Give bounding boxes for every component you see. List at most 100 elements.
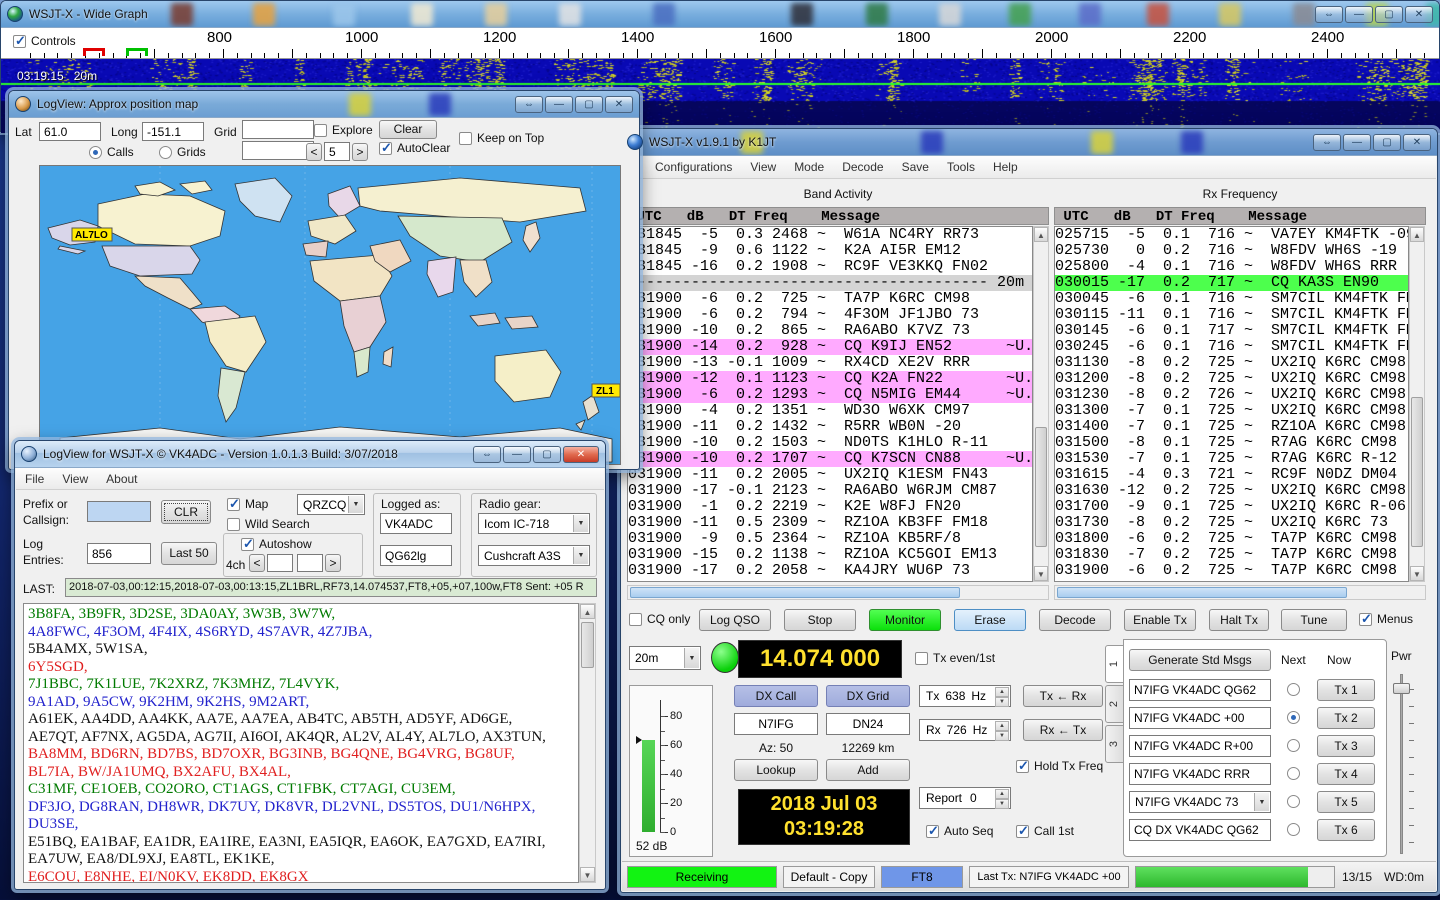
band-activity-hscrollbar[interactable] [627, 585, 1049, 600]
wild-search-checkbox-box[interactable] [227, 518, 240, 531]
rx-frequency-row[interactable]: 031400 -7 0.1 725 ~ RZ1OA K6RC CM98 [1055, 419, 1408, 435]
tx-message-field-4[interactable]: N7IFG VK4ADC RRR [1129, 763, 1271, 785]
keep-on-top-checkbox[interactable]: Keep on Top [459, 131, 544, 145]
decode-button[interactable]: Decode [1039, 609, 1111, 631]
pwr-slider[interactable] [1400, 674, 1403, 854]
cq-only-checkbox-box[interactable] [629, 613, 642, 626]
log-entries-field[interactable]: 856 [87, 543, 151, 564]
report-spinner[interactable]: Report0 ▲▼ [919, 787, 1011, 809]
dx-call-button[interactable]: DX Call [734, 685, 818, 707]
band-activity-row[interactable]: 031900 -10 0.2 1707 ~ CQ K7SCN CN88 ~U.S… [628, 451, 1032, 467]
explore-checkbox-box[interactable] [314, 124, 327, 137]
band-activity-row[interactable]: 031845 -16 0.2 1908 ~ RC9F VE3KKQ FN02 [628, 259, 1032, 275]
maximize-button[interactable]: ▢ [1373, 134, 1401, 151]
band-activity-row[interactable]: 031900 -9 0.5 2364 ~ RZ1OA KB5RF/8 [628, 531, 1032, 547]
cq-only-checkbox[interactable]: CQ only [629, 612, 690, 626]
band-activity-row[interactable]: 031900 -17 0.2 2058 ~ KA4JRY WU6P 73 [628, 563, 1032, 579]
callsign-line[interactable]: DF3JO, DG8RAN, DH8WR, DK7UY, DK8VR, DL2V… [28, 799, 578, 817]
band-activity-table[interactable]: 031845 -5 0.3 2468 ~ W61A NC4RY RR730318… [627, 226, 1033, 582]
halt-tx-button[interactable]: Halt Tx [1209, 609, 1269, 631]
frequency-scale[interactable]: Controls 8001000120014001600180020002200… [1, 28, 1439, 59]
band-activity-row[interactable]: 031900 -13 -0.1 1009 ~ RX4CD XE2V RRR [628, 355, 1032, 371]
auto-seq-checkbox-box[interactable] [926, 825, 939, 838]
rx-frequency-row[interactable]: 030245 -6 0.1 716 ~ SM7CIL KM4FTK FM18 [1055, 339, 1408, 355]
chan-right-button[interactable]: > [325, 554, 341, 572]
next-radio-3[interactable] [1287, 739, 1300, 752]
callsign-line[interactable]: BA8MM, BD6RN, BD7BS, BD7OXR, BG3INB, BG4… [28, 746, 578, 764]
tx-6-button[interactable]: Tx 6 [1317, 819, 1375, 841]
menu-view[interactable]: View [741, 157, 785, 177]
rx-frequency-row[interactable]: 031530 -7 0.1 725 ~ R7AG K6RC R-12 [1055, 451, 1408, 467]
band-activity-row[interactable]: 031845 -9 0.6 1122 ~ K2A AI5R EM12 [628, 243, 1032, 259]
band-activity-row[interactable]: 031845 -5 0.3 2468 ~ W61A NC4RY RR73 [628, 227, 1032, 243]
pwr-slider-handle[interactable] [1393, 683, 1410, 694]
menu-save[interactable]: Save [893, 157, 938, 177]
stop-button[interactable]: Stop [784, 609, 856, 631]
band-select[interactable]: 20m▼ [629, 646, 701, 670]
band-activity-row[interactable]: 031900 -6 0.2 1293 ~ CQ N5MIG EM44 ~U.S.… [628, 387, 1032, 403]
autoclear-checkbox-box[interactable] [379, 142, 392, 155]
antenna-select[interactable]: Cushcraft A3S▼ [478, 545, 590, 566]
maximize-button[interactable]: ▢ [575, 96, 603, 113]
next-radio-6[interactable] [1287, 823, 1300, 836]
minimize-button[interactable]: — [1345, 6, 1373, 23]
callsign-line[interactable]: 9A1AD, 9A5CW, 9K2HM, 9K2HS, 9M2ART, [28, 694, 578, 712]
tx-message-field-5[interactable]: N7IFG VK4ADC 73▼ [1129, 791, 1271, 813]
logview-menu-file[interactable]: File [16, 469, 53, 489]
next-radio-4[interactable] [1287, 767, 1300, 780]
dx-grid-button[interactable]: DX Grid [826, 685, 910, 707]
band-activity-row[interactable]: 031900 -15 0.2 1138 ~ RZ1OA KC5GOI EM13 [628, 547, 1032, 563]
chevron-down-icon[interactable]: ▼ [1254, 793, 1269, 811]
callsign-line[interactable]: EA7UW, EA8/DL9XJ, EA8TL, EK1KE, [28, 851, 578, 869]
maximize-button[interactable]: ▢ [1375, 6, 1403, 23]
wild-search-checkbox[interactable]: Wild Search [227, 517, 310, 531]
rx-marker[interactable] [126, 48, 148, 56]
band-activity-row[interactable]: 031900 -11 0.5 2309 ~ RZ1OA KB3FF FM18 [628, 515, 1032, 531]
enable-tx-button[interactable]: Enable Tx [1124, 609, 1196, 631]
tx-message-field-3[interactable]: N7IFG VK4ADC R+00 [1129, 735, 1271, 757]
rx-frequency-row[interactable]: 031800 -6 0.2 725 ~ TA7P K6RC CM98 [1055, 531, 1408, 547]
call-1st-checkbox[interactable]: Call 1st [1016, 824, 1074, 838]
dx-call-field[interactable]: N7IFG [734, 713, 818, 735]
rx-frequency-row[interactable]: 031230 -8 0.2 726 ~ UX2IQ K6RC CM98 [1055, 387, 1408, 403]
rx-frequency-row[interactable]: 025800 -4 0.1 716 ~ W8FDV WH6S RRR [1055, 259, 1408, 275]
rx-frequency-row[interactable]: 030045 -6 0.1 716 ~ SM7CIL KM4FTK FM18 [1055, 291, 1408, 307]
erase-button[interactable]: Erase [954, 609, 1026, 631]
band-activity-row[interactable]: 031900 -1 0.2 2219 ~ K2E W8FJ FN20 [628, 499, 1032, 515]
wide-graph-titlebar[interactable]: WSJT-X - Wide Graph ⇔ — ▢ ✕ [1, 1, 1439, 28]
close-icon[interactable]: ✕ [563, 446, 599, 463]
callsign-line[interactable]: E6COU, E8NHE, EI/N0KV, EK8DD, EK8GX [28, 869, 578, 884]
minimize-button[interactable]: — [545, 96, 573, 113]
band-activity-row[interactable]: 031900 -11 0.2 1432 ~ R5RR WB0N -20 [628, 419, 1032, 435]
log-qso-button[interactable]: Log QSO [699, 609, 771, 631]
rx-frequency-row[interactable]: 031630 -12 0.2 725 ~ UX2IQ K6RC CM98 [1055, 483, 1408, 499]
swap-arrows-button[interactable]: ⇔ [1313, 134, 1341, 151]
lat-field[interactable]: 61.0 [39, 122, 101, 141]
rx-frequency-row[interactable]: 031500 -8 0.1 725 ~ R7AG K6RC CM98 [1055, 435, 1408, 451]
menus-checkbox[interactable]: Menus [1359, 612, 1413, 626]
band-activity-scrollbar[interactable]: ▲ ▼ [1033, 226, 1049, 582]
menu-help[interactable]: Help [984, 157, 1027, 177]
menu-tools[interactable]: Tools [938, 157, 984, 177]
band-activity-row[interactable]: 031900 -10 0.2 865 ~ RA6ABO K7VZ 73 [628, 323, 1032, 339]
close-icon[interactable]: ✕ [1403, 134, 1431, 151]
tune-button[interactable]: Tune [1281, 609, 1347, 631]
world-map[interactable]: AL7LO ZL1 [39, 165, 621, 465]
rx-frequency-row[interactable]: 031200 -8 0.2 725 ~ UX2IQ K6RC CM98 [1055, 371, 1408, 387]
band-activity-row[interactable]: 031900 -10 0.2 1503 ~ ND0TS K1HLO R-11 [628, 435, 1032, 451]
logged-as-field[interactable]: VK4ADC [380, 513, 452, 534]
tx-message-field-2[interactable]: N7IFG VK4ADC +00 [1129, 707, 1271, 729]
callsign-line[interactable]: 7J1BBC, 7K1LUE, 7K2XRZ, 7K3MHZ, 7L4VYK, [28, 676, 578, 694]
maximize-button[interactable]: ▢ [533, 446, 561, 463]
band-activity-row[interactable]: 031900 -11 0.2 2005 ~ UX2IQ K1ESM FN43 [628, 467, 1032, 483]
grids-radio[interactable]: Grids [159, 145, 206, 159]
keep-on-top-checkbox-box[interactable] [459, 132, 472, 145]
spin-left-button[interactable]: < [306, 143, 322, 161]
band-activity-row[interactable]: 031900 -17 -0.1 2123 ~ RA6ABO W6RJM CM87 [628, 483, 1032, 499]
tx-even-checkbox-box[interactable] [915, 652, 928, 665]
add-button[interactable]: Add [826, 759, 910, 781]
minimize-button[interactable]: — [503, 446, 531, 463]
calls-radio[interactable]: Calls [89, 145, 134, 159]
tx-even-checkbox[interactable]: Tx even/1st [915, 651, 995, 665]
tx-marker[interactable] [83, 48, 105, 56]
